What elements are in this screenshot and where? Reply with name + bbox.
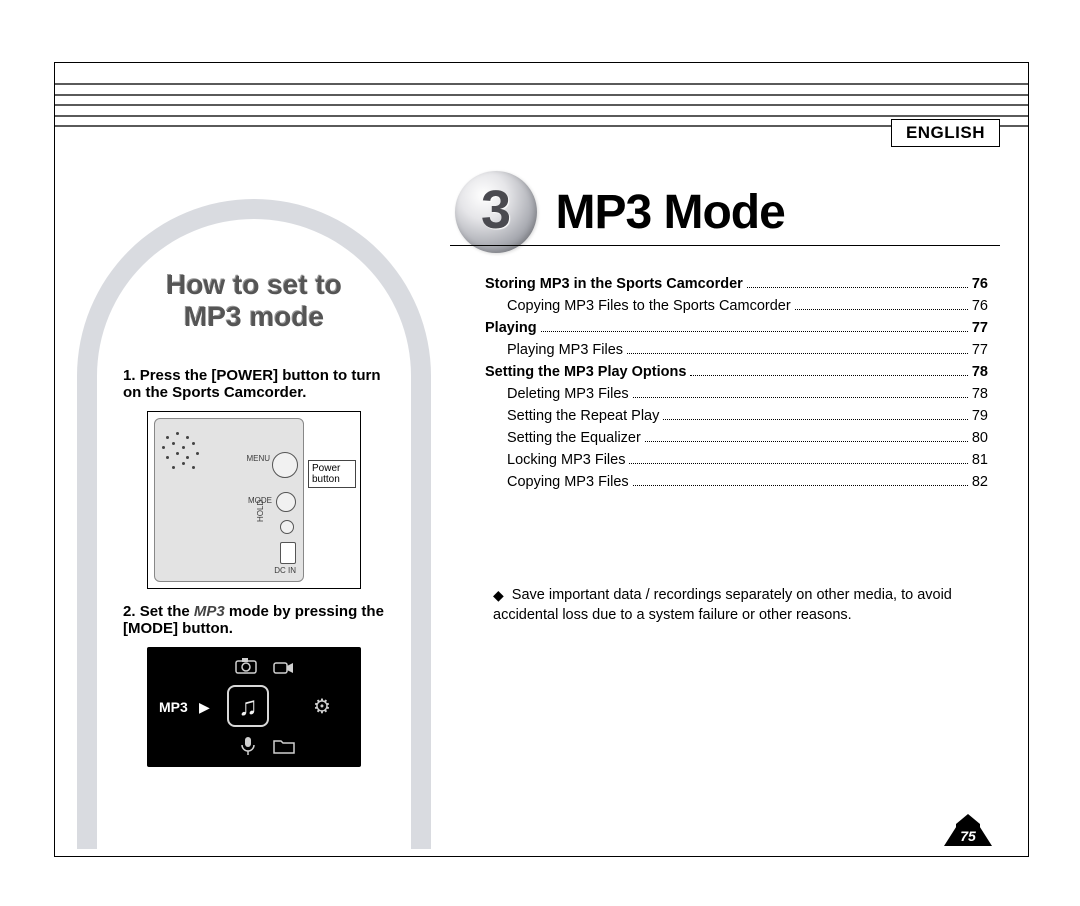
music-note-icon: ♫ [227, 685, 269, 727]
hold-button-icon [280, 520, 294, 534]
power-button-icon [272, 452, 298, 478]
microphone-icon [237, 735, 259, 757]
toc-page: 79 [972, 405, 988, 427]
chapter-title: MP3 Mode [555, 185, 784, 240]
diamond-bullet-icon: ◆ [493, 587, 504, 604]
toc-leader-dots [633, 389, 968, 398]
sidebar: How to set to MP3 mode 1. Press the [POW… [77, 199, 431, 849]
toc-page: 77 [972, 339, 988, 361]
header-rules [55, 83, 1028, 127]
toc-leader-dots [541, 323, 968, 332]
toc-page: 76 [972, 273, 988, 295]
triangle-right-icon: ▶ [199, 699, 210, 716]
toc-label: Setting the Repeat Play [507, 405, 659, 427]
toc-page: 78 [972, 383, 988, 405]
toc-leader-dots [629, 456, 967, 465]
step-1: 1. Press the [POWER] button to turn on t… [123, 367, 385, 401]
folder-icon [273, 735, 295, 757]
toc-row: Copying MP3 Files to the Sports Camcorde… [485, 295, 988, 317]
toc-row: Setting the Equalizer 80 [485, 427, 988, 449]
mp3-mode-label: MP3 [159, 699, 188, 715]
toc-row: Copying MP3 Files 82 [485, 471, 988, 493]
toc-row: Playing MP3 Files 77 [485, 339, 988, 361]
mode-button-icon [276, 492, 296, 512]
sidebar-title-line2: MP3 mode [97, 301, 411, 333]
sidebar-steps: 1. Press the [POWER] button to turn on t… [123, 367, 385, 767]
toc-row: Playing 77 [485, 317, 988, 339]
chapter-number-badge: 3 [455, 171, 537, 253]
toc-leader-dots [795, 301, 968, 310]
language-tag: ENGLISH [891, 119, 1000, 147]
toc-leader-dots [690, 367, 967, 376]
toc-label: Setting the MP3 Play Options [485, 361, 686, 383]
step-2: 2. Set the MP3 mode by pressing the [MOD… [123, 603, 385, 637]
toc-page: 78 [972, 361, 988, 383]
chapter-number: 3 [455, 179, 537, 241]
toc-row: Storing MP3 in the Sports Camcorder 76 [485, 273, 988, 295]
camera-icon [235, 655, 257, 677]
toc-page: 82 [972, 471, 988, 493]
note-text: Save important data / recordings separat… [493, 587, 952, 623]
toc-page: 80 [972, 427, 988, 449]
toc-leader-dots [663, 412, 968, 421]
toc-label: Copying MP3 Files [507, 471, 629, 493]
power-button-label: Power button [308, 460, 356, 488]
video-icon [273, 657, 295, 679]
chapter-underline [450, 245, 1000, 246]
sidebar-arch-inner: How to set to MP3 mode 1. Press the [POW… [97, 219, 411, 849]
camcorder-diagram: MENU MODE HOLD DC IN Power button [147, 411, 361, 589]
manual-page: ENGLISH How to set to MP3 mode 1. Press … [54, 62, 1029, 857]
toc-leader-dots [645, 434, 968, 443]
toc-row: Setting the MP3 Play Options 78 [485, 361, 988, 383]
toc-page: 81 [972, 449, 988, 471]
toc-label: Locking MP3 Files [507, 449, 625, 471]
chapter-header: 3 MP3 Mode [455, 171, 1000, 253]
toc-label: Deleting MP3 Files [507, 383, 629, 405]
page-number-badge: 75 [944, 812, 992, 846]
toc-page: 76 [972, 295, 988, 317]
toc-leader-dots [747, 279, 968, 288]
toc-label: Playing [485, 317, 537, 339]
speaker-grille-icon [162, 432, 210, 480]
hold-label: HOLD [256, 500, 265, 522]
mode-select-screen: MP3 ▶ ♫ ⚙ [147, 647, 361, 767]
toc-label: Setting the Equalizer [507, 427, 641, 449]
dcin-label: DC IN [274, 566, 296, 575]
toc-label: Storing MP3 in the Sports Camcorder [485, 273, 743, 295]
menu-label: MENU [246, 454, 270, 463]
toc-leader-dots [627, 345, 968, 354]
gear-icon: ⚙ [311, 695, 333, 717]
table-of-contents: Storing MP3 in the Sports Camcorder 76 Cop… [485, 273, 988, 493]
toc-page: 77 [972, 317, 988, 339]
toc-row: Setting the Repeat Play 79 [485, 405, 988, 427]
toc-row: Deleting MP3 Files 78 [485, 383, 988, 405]
toc-row: Locking MP3 Files 81 [485, 449, 988, 471]
note-block: ◆Save important data / recordings separa… [493, 585, 988, 626]
dc-in-port-icon [280, 542, 296, 564]
sidebar-title-line1: How to set to [97, 269, 411, 301]
toc-leader-dots [633, 478, 968, 487]
page-number: 75 [944, 828, 992, 844]
toc-label: Copying MP3 Files to the Sports Camcorde… [507, 295, 791, 317]
toc-label: Playing MP3 Files [507, 339, 623, 361]
sidebar-title: How to set to MP3 mode [97, 269, 411, 333]
